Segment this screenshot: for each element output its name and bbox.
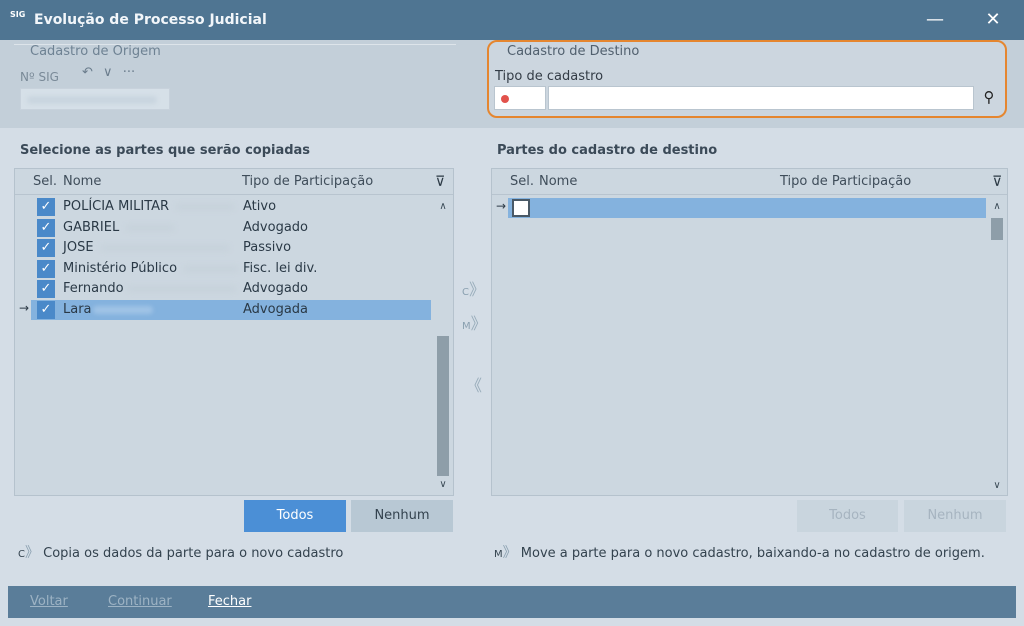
row-tipo: Passivo — [243, 240, 292, 255]
grid-header: Sel. Nome Tipo de Participação ⊽ — [15, 169, 453, 195]
right-panel-title: Partes do cadastro de destino — [497, 143, 718, 158]
undo-icon[interactable]: ↶ — [82, 65, 93, 80]
chevron-down-icon[interactable]: ∨ — [103, 65, 113, 80]
row-tipo: Advogado — [243, 281, 308, 296]
tipo-cadastro-input[interactable] — [548, 86, 974, 110]
col-nome[interactable]: Nome — [63, 174, 101, 189]
row-name: Ministério Público — [63, 261, 178, 276]
row-tipo: Ativo — [243, 199, 277, 214]
search-icon[interactable]: ⚲ — [976, 86, 1002, 110]
copy-key-label: C — [462, 287, 469, 298]
row-name: GABRIEL — [63, 220, 120, 235]
move-legend: M》 Move a parte para o novo cadastro, ba… — [494, 542, 985, 562]
table-row[interactable]: ✓ Fernando Advogado — [15, 279, 431, 299]
current-row-arrow-icon: → — [496, 199, 507, 213]
row-checkbox[interactable]: ✓ — [37, 219, 55, 237]
sig-toolbar: ↶ ∨ ··· — [82, 65, 141, 80]
row-checkbox[interactable] — [512, 199, 530, 217]
left-nenhum-button[interactable]: Nenhum — [351, 500, 453, 532]
copy-legend: C》 Copia os dados da parte para o novo c… — [18, 542, 343, 562]
row-name: Fernando — [63, 281, 124, 296]
scroll-down-icon[interactable]: ∨ — [988, 477, 1006, 495]
sig-input[interactable] — [20, 88, 170, 110]
move-transfer-button[interactable]: M》 — [462, 310, 487, 334]
right-todos-button[interactable]: Todos — [797, 500, 898, 532]
left-scrollbar[interactable]: ∧ ∨ — [434, 196, 452, 495]
filter-icon[interactable]: ⊽ — [435, 174, 445, 190]
move-key-icon: M — [494, 549, 503, 560]
current-row-arrow-icon: → — [19, 301, 30, 315]
row-tipo: Advogada — [243, 302, 308, 317]
voltar-button[interactable]: Voltar — [30, 594, 68, 609]
fechar-button[interactable]: Fechar — [208, 594, 251, 609]
table-row[interactable]: ✓ GABRIEL Advogado — [15, 218, 431, 238]
scroll-thumb[interactable] — [991, 218, 1003, 240]
row-tipo: Fisc. lei div. — [243, 261, 318, 276]
tipo-cadastro-label: Tipo de cadastro — [495, 69, 604, 84]
scroll-up-icon[interactable]: ∧ — [988, 198, 1006, 216]
sig-label: Nº SIG — [20, 70, 59, 84]
required-indicator-icon — [501, 95, 509, 103]
table-row[interactable]: ✓ POLÍCIA MILITAR Ativo — [15, 197, 431, 217]
row-tipo: Advogado — [243, 220, 308, 235]
new-row-selected[interactable] — [508, 198, 986, 218]
left-panel-title: Selecione as partes que serão copiadas — [20, 143, 311, 158]
right-nenhum-button[interactable]: Nenhum — [904, 500, 1006, 532]
source-parties-grid: Sel. Nome Tipo de Participação ⊽ ✓ POLÍC… — [14, 168, 454, 496]
scroll-thumb[interactable] — [437, 336, 449, 476]
table-row-selected[interactable]: ✓ Lara Advogada — [31, 300, 431, 320]
destination-legend: Cadastro de Destino — [507, 44, 640, 59]
continuar-button[interactable]: Continuar — [108, 594, 172, 609]
scroll-up-icon[interactable]: ∧ — [434, 198, 452, 216]
row-checkbox[interactable]: ✓ — [37, 198, 55, 216]
chevron-right-icon: 》 — [502, 545, 517, 561]
row-checkbox[interactable]: ✓ — [37, 260, 55, 278]
left-todos-button[interactable]: Todos — [244, 500, 346, 532]
col-sel[interactable]: Sel. — [510, 174, 534, 189]
row-name: Lara — [63, 302, 92, 317]
more-icon[interactable]: ··· — [123, 65, 135, 80]
move-legend-text: Move a parte para o novo cadastro, baixa… — [520, 546, 985, 561]
row-name: POLÍCIA MILITAR — [63, 199, 170, 214]
row-checkbox[interactable]: ✓ — [37, 280, 55, 298]
right-scrollbar[interactable]: ∧ ∨ — [988, 198, 1006, 495]
chevron-left-icon: 《 — [466, 376, 483, 395]
copy-key-icon: C — [18, 549, 25, 560]
table-row[interactable]: ✓ Ministério Público Fisc. lei div. — [15, 259, 431, 279]
col-nome[interactable]: Nome — [539, 174, 577, 189]
row-name: JOSE — [63, 240, 94, 255]
return-transfer-button[interactable]: 《 — [466, 372, 482, 396]
copy-legend-text: Copia os dados da parte para o novo cada… — [43, 546, 344, 561]
copy-transfer-button[interactable]: C》 — [462, 276, 485, 300]
row-checkbox[interactable]: ✓ — [37, 239, 55, 257]
app-logo-icon: SIG — [10, 10, 26, 19]
col-sel[interactable]: Sel. — [33, 174, 57, 189]
close-button[interactable]: ✕ — [978, 6, 1008, 34]
chevron-right-icon: 》 — [470, 314, 487, 333]
window-title: Evolução de Processo Judicial — [34, 12, 267, 28]
minimize-button[interactable]: — — [920, 6, 950, 34]
table-row[interactable]: ✓ JOSE Passivo — [15, 238, 431, 258]
footer-bar: Voltar Continuar Fechar — [8, 586, 1016, 618]
tipo-cadastro-code-input[interactable] — [494, 86, 546, 110]
move-key-label: M — [462, 321, 471, 332]
row-checkbox[interactable]: ✓ — [37, 301, 55, 319]
col-tipo[interactable]: Tipo de Participação — [780, 174, 911, 189]
filter-icon[interactable]: ⊽ — [992, 174, 1002, 190]
scroll-down-icon[interactable]: ∨ — [434, 476, 452, 494]
col-tipo[interactable]: Tipo de Participação — [242, 174, 373, 189]
origin-legend: Cadastro de Origem — [30, 44, 161, 59]
chevron-right-icon: 》 — [24, 545, 39, 561]
chevron-right-icon: 》 — [468, 280, 485, 299]
grid-header: Sel. Nome Tipo de Participação ⊽ — [492, 169, 1007, 195]
destination-parties-grid: Sel. Nome Tipo de Participação ⊽ → ∧ ∨ — [491, 168, 1008, 496]
title-bar: SIG Evolução de Processo Judicial — ✕ — [0, 0, 1024, 40]
